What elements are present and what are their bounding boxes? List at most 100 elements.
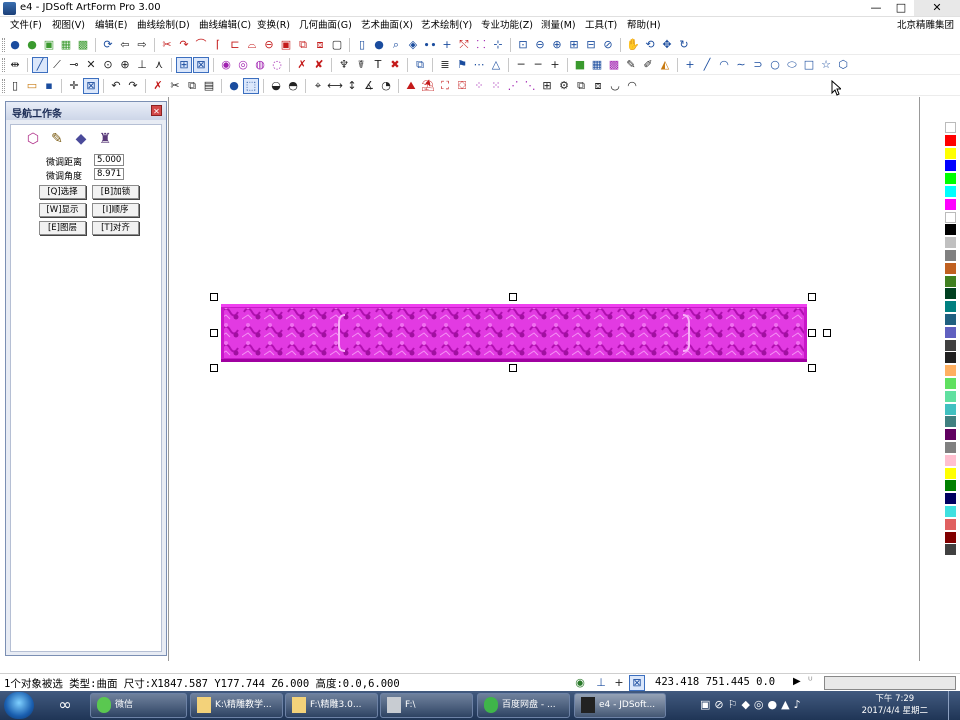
color-swatch[interactable] xyxy=(945,122,956,133)
brush-icon[interactable]: ✎ xyxy=(47,129,67,149)
toolbar-grip[interactable] xyxy=(2,38,5,52)
color-swatch[interactable] xyxy=(945,518,956,530)
fine-angle-input[interactable]: 8.971 xyxy=(94,168,124,180)
layer-button[interactable]: [E]图层 xyxy=(39,221,86,235)
spline-icon[interactable]: ∼ xyxy=(734,58,748,72)
zoom-in-icon[interactable]: ⊕ xyxy=(550,38,564,52)
cup-2-icon[interactable]: ◠ xyxy=(625,79,639,93)
color-swatch[interactable] xyxy=(945,186,956,197)
menu-tools[interactable]: 工具(T) xyxy=(585,17,617,34)
bulb-group-icon[interactable]: ▣ xyxy=(42,38,56,52)
gradient-icon[interactable]: ▦ xyxy=(590,58,604,72)
display-button[interactable]: [W]显示 xyxy=(39,203,86,217)
color-swatch[interactable] xyxy=(945,326,956,338)
color-swatch[interactable] xyxy=(945,544,956,556)
render-mode-icon[interactable]: ◉ xyxy=(573,676,587,690)
menu-view[interactable]: 视图(V) xyxy=(52,17,85,34)
group-icon[interactable]: ⧉ xyxy=(296,38,310,52)
relief-icon[interactable]: ⛰ xyxy=(404,79,418,93)
color-swatch[interactable] xyxy=(945,531,956,543)
extend-icon[interactable]: ↷ xyxy=(177,38,191,52)
view-rotate-icon[interactable]: ⟲ xyxy=(643,38,657,52)
snap-perp-icon[interactable]: ⊥ xyxy=(135,58,149,72)
task-folder-k[interactable]: K:\精雕教学... xyxy=(190,693,283,718)
layer-icon[interactable]: ▦ xyxy=(59,38,73,52)
toolbar-grip[interactable] xyxy=(2,58,5,72)
snap-mid-icon[interactable]: ⊸ xyxy=(67,58,81,72)
color-swatch[interactable] xyxy=(945,480,956,492)
color-swatch[interactable] xyxy=(945,429,956,441)
task-drive-f[interactable]: F:\ xyxy=(380,693,473,718)
zoom-all-icon[interactable]: ⊞ xyxy=(567,38,581,52)
brush-icon[interactable]: ✐ xyxy=(641,58,655,72)
cube-icon[interactable]: ⬡ xyxy=(23,129,43,149)
stamp-icon[interactable]: ♜ xyxy=(95,129,115,149)
dimension-icon[interactable]: ⟷ xyxy=(327,79,343,93)
color-swatch[interactable] xyxy=(945,160,956,172)
color-swatch[interactable] xyxy=(945,506,956,517)
trim-icon[interactable]: ✂ xyxy=(160,38,174,52)
color-swatch[interactable] xyxy=(945,211,956,223)
toolbar-grip[interactable] xyxy=(2,79,5,93)
dimension-v-icon[interactable]: ↕ xyxy=(345,79,359,93)
frame-icon[interactable]: ▢ xyxy=(330,38,344,52)
zoom-tool-icon[interactable]: ⌕ xyxy=(389,38,403,52)
star-icon[interactable]: ☆ xyxy=(819,58,833,72)
arc-icon[interactable]: ◠ xyxy=(717,58,731,72)
menu-measure[interactable]: 测量(M) xyxy=(541,17,576,34)
menu-curve-draw[interactable]: 曲线绘制(D) xyxy=(137,17,190,34)
copy-icon[interactable]: ⧉ xyxy=(413,58,427,72)
maximize-button[interactable]: □ xyxy=(889,0,913,16)
play-icon[interactable]: ▶ xyxy=(793,676,801,687)
select-box-icon[interactable]: ⊠ xyxy=(83,78,99,94)
plane-icon[interactable]: ⊥ xyxy=(594,676,608,690)
mesh-4-icon[interactable]: ⋱ xyxy=(523,79,537,93)
move-icon[interactable]: ✥ xyxy=(660,38,674,52)
join-icon[interactable]: ⊖ xyxy=(262,38,276,52)
color-swatch[interactable] xyxy=(945,173,956,185)
zoom-selected-icon[interactable]: ⊟ xyxy=(584,38,598,52)
line-style-2-icon[interactable]: ─ xyxy=(531,58,545,72)
resize-handle[interactable] xyxy=(823,329,831,337)
line-style-icon[interactable]: ─ xyxy=(514,58,528,72)
polyline-icon[interactable]: ⊃ xyxy=(751,58,765,72)
color-swatch[interactable] xyxy=(945,134,956,146)
pick-point-icon[interactable]: ✛ xyxy=(67,79,81,93)
snap-toggle-icon[interactable]: ⇹ xyxy=(8,58,22,72)
menu-art-draw[interactable]: 艺术绘制(Y) xyxy=(421,17,472,34)
menu-professional[interactable]: 专业功能(Z) xyxy=(481,17,533,34)
gear-icon[interactable]: ⚙ xyxy=(557,79,571,93)
resize-handle[interactable] xyxy=(210,293,218,301)
task-baidu-netdisk[interactable]: 百度网盘 - ... xyxy=(477,693,570,718)
snap-line-icon[interactable]: ╱ xyxy=(32,57,48,73)
menu-file[interactable]: 文件(F) xyxy=(10,17,42,34)
forward-icon[interactable]: ⇨ xyxy=(135,38,149,52)
resize-handle[interactable] xyxy=(509,364,517,372)
color-swatch[interactable] xyxy=(945,314,956,325)
color-swatch[interactable] xyxy=(945,237,956,249)
resize-handle[interactable] xyxy=(210,364,218,372)
eraser-icon[interactable]: ◆ xyxy=(71,129,91,149)
view-cube-icon[interactable]: ◈ xyxy=(406,38,420,52)
rotate-view-icon[interactable]: ⟳ xyxy=(101,38,115,52)
resize-handle[interactable] xyxy=(509,293,517,301)
nav-panel-close-button[interactable]: ✕ xyxy=(151,105,162,116)
color-swatch[interactable] xyxy=(945,403,956,415)
point-icon[interactable]: + xyxy=(683,58,697,72)
sculpt-icon[interactable]: ♆ xyxy=(337,58,351,72)
layers-icon[interactable]: ⧉ xyxy=(574,79,588,93)
snap-center-icon[interactable]: ⊙ xyxy=(101,58,115,72)
open-file-icon[interactable]: ▭ xyxy=(25,79,39,93)
color-swatch[interactable] xyxy=(945,198,956,210)
radius-icon[interactable]: ◔ xyxy=(379,79,393,93)
order-button[interactable]: [I]顺序 xyxy=(92,203,139,217)
zoom-out-icon[interactable]: ⊖ xyxy=(533,38,547,52)
plus-icon[interactable]: + xyxy=(440,38,454,52)
cancel-icon[interactable]: ✗ xyxy=(151,79,165,93)
sphere-icon[interactable]: ● xyxy=(227,79,241,93)
grid-icon[interactable]: ⊞ xyxy=(540,79,554,93)
menu-curve-edit[interactable]: 曲线编辑(C) xyxy=(199,17,251,34)
color-swatch[interactable] xyxy=(945,352,956,364)
mesh-3-icon[interactable]: ⋰ xyxy=(506,79,520,93)
grid-snap-icon[interactable]: ⊞ xyxy=(176,57,192,73)
